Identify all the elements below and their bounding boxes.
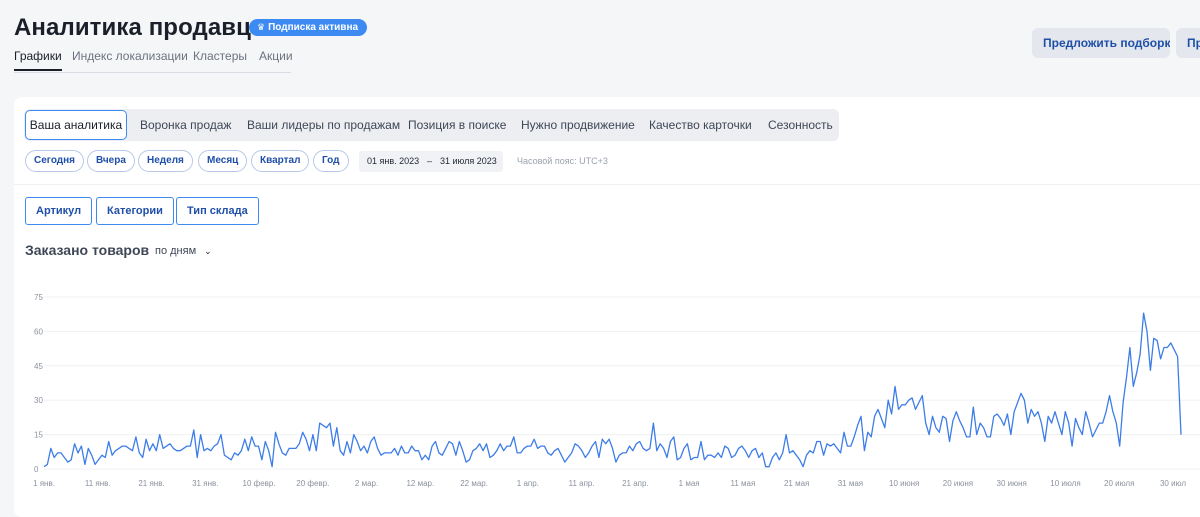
- x-tick-label: 20 февр.: [296, 479, 329, 488]
- x-tick-label: 21 янв.: [138, 479, 164, 488]
- orders-line-chart: 0 15 30 45 60 75 1 янв. 11 янв. 21 янв. 31 янв. 10…: [33, 293, 1200, 488]
- x-tick-label: 31 янв.: [192, 479, 218, 488]
- x-tick-label: 10 июня: [889, 479, 919, 488]
- x-tick-label: 12 мар.: [406, 479, 434, 488]
- x-tick-label: 21 мая: [784, 479, 809, 488]
- x-tick-label: 11 апр.: [569, 479, 595, 488]
- x-tick-label: 30 июня: [997, 479, 1027, 488]
- y-tick-label: 75: [34, 293, 43, 302]
- x-tick-label: 22 мар.: [460, 479, 488, 488]
- x-tick-label: 1 мая: [679, 479, 700, 488]
- x-tick-label: 2 мар.: [355, 479, 378, 488]
- x-tick-label: 31 мая: [838, 479, 863, 488]
- x-tick-label: 20 июля: [1104, 479, 1134, 488]
- y-tick-label: 30: [34, 396, 43, 405]
- x-tick-label: 20 июня: [943, 479, 973, 488]
- y-tick-label: 60: [34, 327, 43, 336]
- x-tick-label: 10 февр.: [243, 479, 276, 488]
- y-tick-label: 45: [34, 362, 43, 371]
- series-line: [43, 312, 1182, 468]
- x-tick-label: 21 апр.: [622, 479, 649, 488]
- x-tick-label: 1 янв.: [33, 479, 55, 488]
- x-tick-label: 10 июля: [1050, 479, 1080, 488]
- x-tick-label: 1 апр.: [517, 479, 539, 488]
- y-tick-label: 0: [34, 465, 39, 474]
- x-tick-label: 11 янв.: [85, 479, 111, 488]
- x-tick-label: 11 мая: [730, 479, 755, 488]
- y-tick-label: 15: [34, 431, 43, 440]
- x-tick-label: 30 июл: [1160, 479, 1186, 488]
